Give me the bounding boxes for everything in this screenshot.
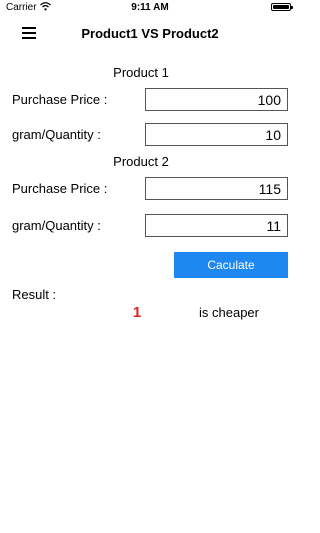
result-suffix: is cheaper: [199, 305, 259, 320]
product2-price-input[interactable]: [145, 177, 288, 200]
battery-icon: [271, 3, 293, 11]
result-label: Result :: [12, 287, 57, 302]
calculate-button[interactable]: Caculate: [174, 252, 288, 278]
status-time: 9:11 AM: [131, 2, 169, 13]
product1-price-input[interactable]: [145, 88, 288, 111]
product2-quantity-input[interactable]: [145, 214, 288, 237]
status-bar: Carrier 9:11 AM: [0, 0, 300, 16]
product1-quantity-label: gram/Quantity :: [12, 127, 101, 142]
page-title: Product1 VS Product2: [81, 26, 219, 41]
product2-price-label: Purchase Price :: [12, 181, 108, 196]
product2-quantity-label: gram/Quantity :: [12, 218, 101, 233]
result-value: 1: [132, 304, 142, 321]
product1-price-label: Purchase Price :: [12, 92, 108, 107]
product1-quantity-input[interactable]: [145, 123, 288, 146]
product1-title: Product 1: [113, 65, 169, 80]
navigation-bar: Product1 VS Product2: [0, 16, 300, 52]
product2-title: Product 2: [113, 154, 169, 169]
